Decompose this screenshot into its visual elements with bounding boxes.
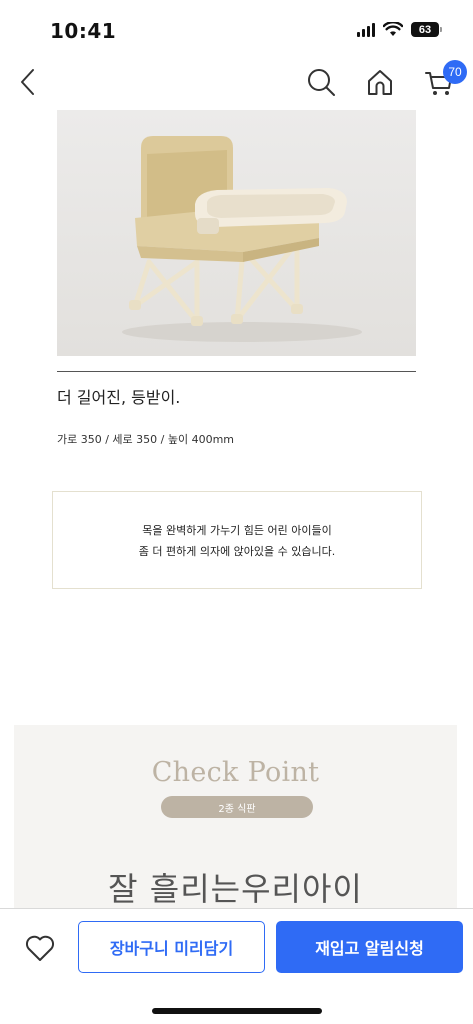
status-time: 10:41: [50, 19, 117, 43]
signal-icon: [357, 22, 375, 37]
product-headline: 더 길어진, 등받이.: [57, 388, 181, 407]
heart-icon: [25, 935, 55, 961]
product-image: [57, 110, 416, 356]
product-note: 목을 완벽하게 가누기 힘든 어린 아이들이 좀 더 편하게 의자에 앉아있을 …: [52, 491, 422, 589]
checkpoint-subtitle: 잘 흘리는우리아이: [108, 870, 363, 908]
divider: [57, 371, 416, 372]
product-dimensions: 가로 350 / 세로 350 / 높이 400mm: [57, 433, 235, 446]
add-to-cart-button[interactable]: 장바구니 미리담기: [78, 921, 265, 973]
status-icons: 63: [357, 22, 442, 37]
note-line-1: 목을 완벽하게 가누기 힘든 어린 아이들이: [142, 523, 332, 537]
status-bar: 10:41 63: [0, 0, 473, 60]
bottom-action-bar: 장바구니 미리담기 재입고 알림신청: [0, 908, 473, 1024]
nav-bar: 70: [0, 60, 473, 106]
battery-level: 63: [418, 23, 432, 36]
checkpoint-title: Check Point: [151, 757, 320, 788]
wifi-icon: [383, 22, 403, 36]
baby-chair-illustration: [122, 136, 362, 342]
restock-alert-button[interactable]: 재입고 알림신청: [276, 921, 463, 973]
home-icon[interactable]: [365, 67, 395, 97]
checkpoint-pill: 2종 식판: [161, 796, 313, 818]
note-line-2: 좀 더 편하게 의자에 앉아있을 수 있습니다.: [138, 544, 336, 558]
cart-badge: 70: [443, 60, 467, 84]
home-indicator[interactable]: [152, 1008, 322, 1014]
chevron-left-icon[interactable]: [14, 66, 44, 98]
checkpoint-section: Check Point 2종 식판 잘 흘리는우리아이: [14, 725, 457, 915]
search-icon[interactable]: [306, 67, 336, 97]
battery-icon: 63: [411, 22, 442, 37]
wishlist-button[interactable]: [22, 930, 58, 966]
